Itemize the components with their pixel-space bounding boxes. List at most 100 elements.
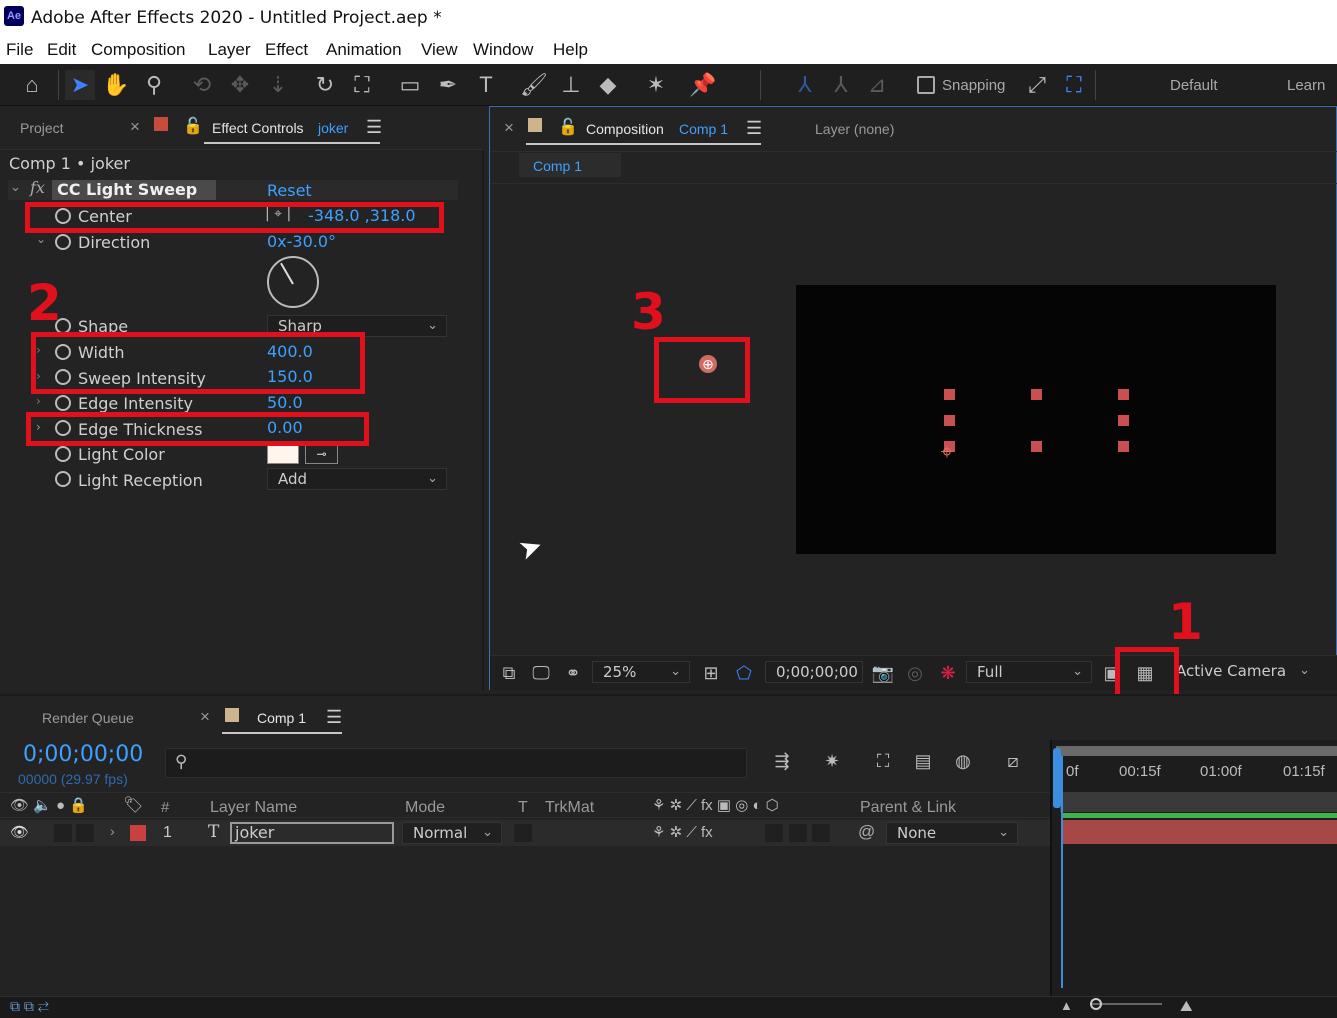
text-handle[interactable] (944, 415, 955, 426)
menu-window[interactable]: Window (473, 40, 533, 60)
eraser-icon[interactable]: ◆ (593, 70, 623, 100)
preserve-transparency-toggle[interactable] (514, 824, 532, 842)
menu-edit[interactable]: Edit (47, 40, 76, 60)
snap-grid-icon[interactable]: ⛶ (1059, 70, 1089, 100)
angle-dial[interactable] (267, 256, 319, 308)
timecode-display[interactable]: 0;00;00;00 (765, 661, 863, 683)
tab-layer-none[interactable]: Layer (none) (815, 121, 894, 137)
channels-icon[interactable]: ❋ (933, 658, 963, 688)
rectangle-icon[interactable]: ▭ (395, 70, 425, 100)
pan-icon[interactable]: ✥ (225, 70, 255, 100)
mask-icon[interactable]: ⚭ (558, 658, 588, 688)
switch-toggle[interactable] (812, 824, 830, 842)
draft-3d-icon[interactable]: ✷ (817, 746, 847, 776)
timeline-track-area[interactable] (1050, 740, 1337, 1018)
lock-icon[interactable]: 🔓 (558, 117, 578, 137)
menu-layer[interactable]: Layer (208, 40, 251, 60)
stopwatch-icon[interactable] (55, 471, 71, 487)
text-handle[interactable] (1118, 415, 1129, 426)
lock-toggle[interactable] (76, 824, 94, 842)
stopwatch-icon[interactable] (55, 446, 71, 462)
camera-dropdown[interactable]: Active Camera ⌄ (1166, 661, 1318, 683)
text-handle[interactable] (944, 389, 955, 400)
motion-blur-icon[interactable]: ◍ (948, 746, 978, 776)
layer-label-color[interactable] (130, 825, 146, 841)
zoom-icon[interactable]: ⚲ (139, 70, 169, 100)
anchor-icon[interactable]: ⛶ (347, 70, 377, 100)
resolution-dropdown[interactable]: Full ⌄ (966, 661, 1092, 683)
playhead-handle[interactable] (1053, 748, 1061, 808)
playhead-line[interactable] (1061, 756, 1063, 988)
comp-canvas[interactable]: ⌖ (796, 285, 1276, 554)
timeline-footer-icons[interactable]: ⧉ ⧉ ⇄ (10, 998, 49, 1015)
world-axis-icon[interactable]: ⅄ (826, 70, 856, 100)
always-preview-icon[interactable]: ⧉ (494, 658, 524, 688)
selection-arrow-icon[interactable]: ➤ (65, 70, 95, 100)
stopwatch-icon[interactable] (55, 234, 71, 250)
text-handle[interactable] (1118, 389, 1129, 400)
zoom-in-icon[interactable]: ⛰ (1180, 998, 1193, 1015)
lock-icon[interactable]: 🔓 (183, 116, 203, 136)
expand-chevron-icon[interactable]: ⌄ (36, 232, 46, 246)
pick-whip-icon[interactable]: @ (858, 822, 875, 842)
menu-animation[interactable]: Animation (326, 40, 402, 60)
stopwatch-icon[interactable] (55, 395, 71, 411)
tab-comp-name[interactable]: Comp 1 (679, 121, 728, 137)
layer-name-field[interactable]: joker (230, 822, 394, 844)
light-color-swatch[interactable] (267, 445, 299, 464)
layer-duration-bar[interactable] (1062, 820, 1337, 844)
light-reception-dropdown[interactable]: Add ⌄ (267, 468, 447, 490)
switch-toggle[interactable] (789, 824, 807, 842)
tab-composition[interactable]: Composition (586, 121, 664, 137)
puppet-pin-icon[interactable]: 📌 (688, 70, 718, 100)
prop-edge-intensity-value[interactable]: 50.0 (267, 393, 303, 412)
zoom-slider-knob[interactable] (1090, 998, 1102, 1010)
show-snapshot-icon[interactable]: ◎ (900, 658, 930, 688)
menu-view[interactable]: View (421, 40, 458, 60)
close-icon[interactable]: × (504, 118, 514, 138)
composition-mini-flowchart-icon[interactable]: ⇶ (767, 746, 797, 776)
menu-composition[interactable]: Composition (91, 40, 186, 60)
audio-toggle[interactable] (54, 824, 72, 842)
panel-menu-icon[interactable]: ☰ (366, 117, 382, 138)
workspace-default[interactable]: Default (1170, 77, 1218, 94)
hand-icon[interactable]: ✋ (101, 70, 131, 100)
anchor-point-icon[interactable]: ⌖ (936, 441, 958, 463)
text-handle[interactable] (1118, 441, 1129, 452)
prop-direction-value[interactable]: 0x-30.0° (267, 232, 336, 251)
expand-chevron-icon[interactable]: ⌄ (10, 180, 21, 195)
work-area-bar[interactable] (1056, 746, 1337, 756)
menu-file[interactable]: File (6, 40, 33, 60)
safe-zones-icon[interactable]: ⊞ (696, 658, 726, 688)
tab-effect-controls[interactable]: Effect Controls (212, 120, 304, 136)
tab-timeline-comp[interactable]: Comp 1 (257, 710, 306, 726)
col-layer-name[interactable]: Layer Name (210, 799, 297, 817)
mask-visibility-icon[interactable]: ⬠ (729, 658, 759, 688)
snap-options-icon[interactable]: ⤢ (1022, 70, 1052, 100)
close-icon[interactable]: × (200, 707, 210, 727)
workspace-learn[interactable]: Learn (1287, 77, 1325, 94)
clone-stamp-icon[interactable]: ⊥ (556, 70, 586, 100)
layer-search-input[interactable]: ⚲ (165, 748, 747, 778)
text-handle[interactable] (1031, 389, 1042, 400)
expand-arrow-icon[interactable]: › (110, 823, 115, 839)
roto-brush-icon[interactable]: ✶ (641, 70, 671, 100)
hide-shy-icon[interactable]: ⛶ (868, 746, 898, 776)
reset-link[interactable]: Reset (267, 181, 312, 200)
label-tag-icon[interactable]: 🏷 (123, 795, 143, 815)
snapping-checkbox[interactable] (917, 76, 935, 94)
zoom-out-icon[interactable]: ▲ (1060, 998, 1073, 1013)
zoom-dropdown[interactable]: 25% ⌄ (592, 661, 690, 683)
frame-blending-icon[interactable]: ▤ (908, 746, 938, 776)
tab-render-queue[interactable]: Render Queue (42, 710, 134, 726)
local-axis-icon[interactable]: ⅄ (790, 70, 820, 100)
rotate-icon[interactable]: ↻ (310, 70, 340, 100)
timeline-timecode[interactable]: 0;00;00;00 (23, 742, 143, 767)
panel-menu-icon[interactable]: ☰ (326, 707, 342, 728)
panel-menu-icon[interactable]: ☰ (746, 118, 762, 139)
home-icon[interactable]: ⌂ (17, 70, 47, 100)
menu-help[interactable]: Help (553, 40, 588, 60)
tab-layer-name[interactable]: joker (318, 120, 348, 136)
parent-dropdown[interactable]: None ⌄ (886, 822, 1018, 844)
eyedropper-icon[interactable]: ⊸ (305, 445, 338, 464)
